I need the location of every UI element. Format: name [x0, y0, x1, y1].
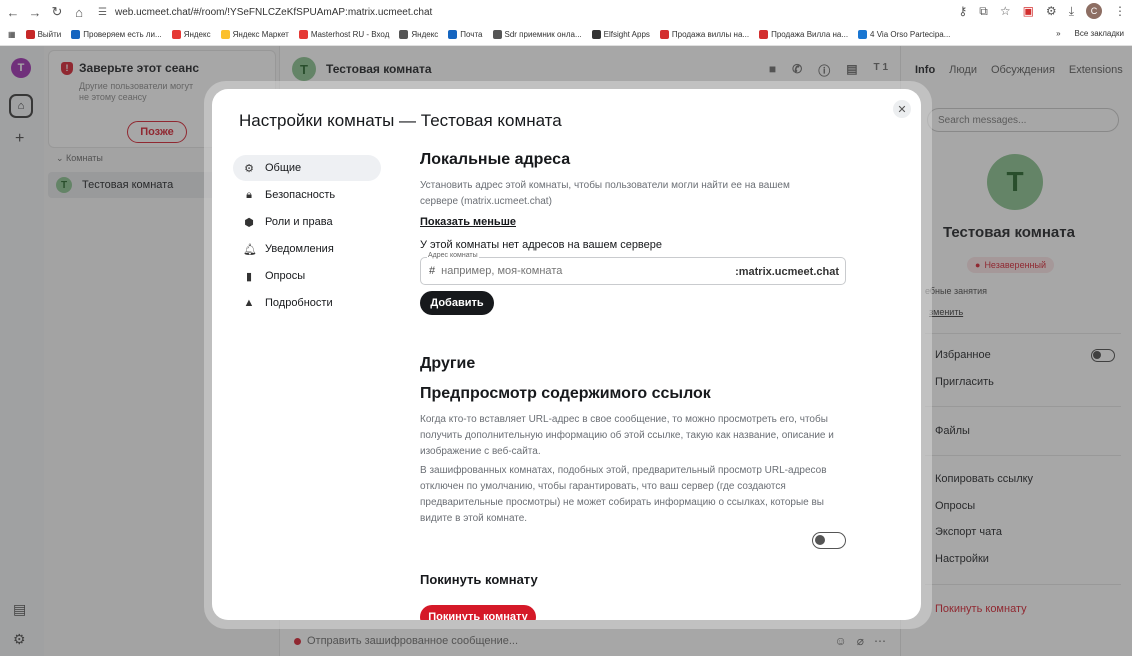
- address-bar[interactable]: ☰ web.ucmeet.chat/#/room/!YSeFNLCZeKfSPU…: [98, 7, 432, 18]
- warning-icon: ▲: [243, 297, 255, 309]
- show-less-link[interactable]: Показать меньше: [420, 216, 516, 228]
- bookmark-item[interactable]: Яндекс: [171, 30, 211, 39]
- bookmarks-bar: ▦ Выйти Проверяем есть ли... Яндекс Янде…: [0, 24, 1132, 46]
- room-address-label: Адрес комнаты: [427, 252, 479, 259]
- bookmark-item[interactable]: Яндекс Маркет: [220, 30, 289, 39]
- bell-icon: 🔔︎: [243, 243, 257, 256]
- room-address-field[interactable]: Адрес комнаты # :matrix.ucmeet.chat: [420, 252, 846, 285]
- all-bookmarks[interactable]: Все закладки: [1075, 29, 1124, 38]
- tab-security[interactable]: 🔒︎ Безопасность: [233, 182, 381, 208]
- extension-icon[interactable]: ▣: [1023, 4, 1034, 18]
- local-addresses-desc: Установить адрес этой комнаты, чтобы пол…: [420, 180, 790, 207]
- tab-advanced[interactable]: ▲ Подробности: [233, 290, 381, 316]
- back-icon[interactable]: ←: [4, 5, 22, 20]
- add-address-button[interactable]: Добавить: [420, 291, 494, 315]
- leave-room-button[interactable]: Покинуть комнату: [420, 605, 536, 620]
- star-icon[interactable]: ☆: [1000, 4, 1011, 18]
- other-heading: Другие: [420, 355, 476, 372]
- bookmark-item[interactable]: Почта: [448, 30, 483, 39]
- extensions-icon[interactable]: ⚙: [1046, 4, 1057, 18]
- browser-toolbar: ← → ↻ ⌂ ☰ web.ucmeet.chat/#/room/!YSeFNL…: [0, 0, 1132, 24]
- hash-icon: #: [429, 265, 436, 277]
- menu-icon[interactable]: ⋮: [1114, 4, 1126, 18]
- bookmark-item[interactable]: Проверяем есть ли...: [71, 30, 162, 39]
- url-preview-encrypted-desc: В зашифрованных комнатах, подобных этой,…: [420, 465, 827, 524]
- tab-polls[interactable]: ▮ Опросы: [233, 263, 381, 289]
- bookmark-item[interactable]: Продажа Вилла на...: [759, 30, 848, 39]
- bookmark-item[interactable]: Яндекс: [399, 30, 438, 39]
- room-address-input[interactable]: [441, 265, 742, 277]
- tab-roles[interactable]: ⬢ Роли и права: [233, 209, 381, 235]
- bookmark-item[interactable]: Sdr приемник онла...: [492, 30, 582, 39]
- bookmark-item[interactable]: Elfsight Apps: [591, 30, 650, 39]
- apps-icon[interactable]: ▦: [8, 30, 16, 39]
- room-settings-dialog: ✕ Настройки комнаты — Тестовая комната ⚙…: [212, 89, 921, 620]
- url-preview-heading: Предпросмотр содержимого ссылок: [420, 385, 711, 402]
- key-icon[interactable]: ⚷: [958, 4, 967, 18]
- no-addresses-text: У этой комнаты нет адресов на вашем серв…: [420, 239, 663, 251]
- bookmark-item[interactable]: Masterhost RU - Вход: [298, 30, 389, 39]
- bookmark-item[interactable]: Выйти: [25, 30, 61, 39]
- more-bookmarks-icon[interactable]: »: [1056, 29, 1060, 38]
- tab-notifications[interactable]: 🔔︎ Уведомления: [233, 236, 381, 262]
- install-icon[interactable]: ⧉: [979, 4, 988, 19]
- local-addresses-heading: Локальные адреса: [420, 151, 571, 168]
- lock-icon: 🔒︎: [246, 188, 252, 201]
- url-text[interactable]: web.ucmeet.chat/#/room/!YSeFNLCZeKfSPUAm…: [115, 7, 432, 18]
- tab-general[interactable]: ⚙ Общие: [233, 155, 381, 181]
- profile-avatar[interactable]: C: [1086, 3, 1102, 19]
- close-icon[interactable]: ✕: [893, 100, 911, 118]
- poll-icon: ▮: [245, 270, 253, 283]
- shield-check-icon: ⬢: [244, 216, 254, 229]
- settings-content: Локальные адреса Установить адрес этой к…: [420, 89, 860, 620]
- leave-room-heading: Покинуть комнату: [420, 572, 538, 587]
- reload-icon[interactable]: ↻: [48, 4, 66, 20]
- home-icon[interactable]: ⌂: [70, 5, 88, 20]
- gear-icon: ⚙: [244, 162, 254, 175]
- url-preview-toggle[interactable]: [812, 532, 846, 549]
- settings-menu: ⚙ Общие 🔒︎ Безопасность ⬢ Роли и права 🔔︎ Ув…: [233, 155, 381, 317]
- room-address-suffix: :matrix.ucmeet.chat: [735, 266, 839, 278]
- url-preview-desc: Когда кто-то вставляет URL-адрес в свое …: [420, 414, 834, 457]
- bookmark-item[interactable]: Продажа виллы на...: [659, 30, 749, 39]
- forward-icon[interactable]: →: [26, 5, 44, 20]
- download-icon[interactable]: ⤓: [1069, 4, 1074, 19]
- bookmark-item[interactable]: 4 Via Orso Partecipa...: [858, 30, 950, 39]
- site-settings-icon[interactable]: ☰: [98, 7, 107, 18]
